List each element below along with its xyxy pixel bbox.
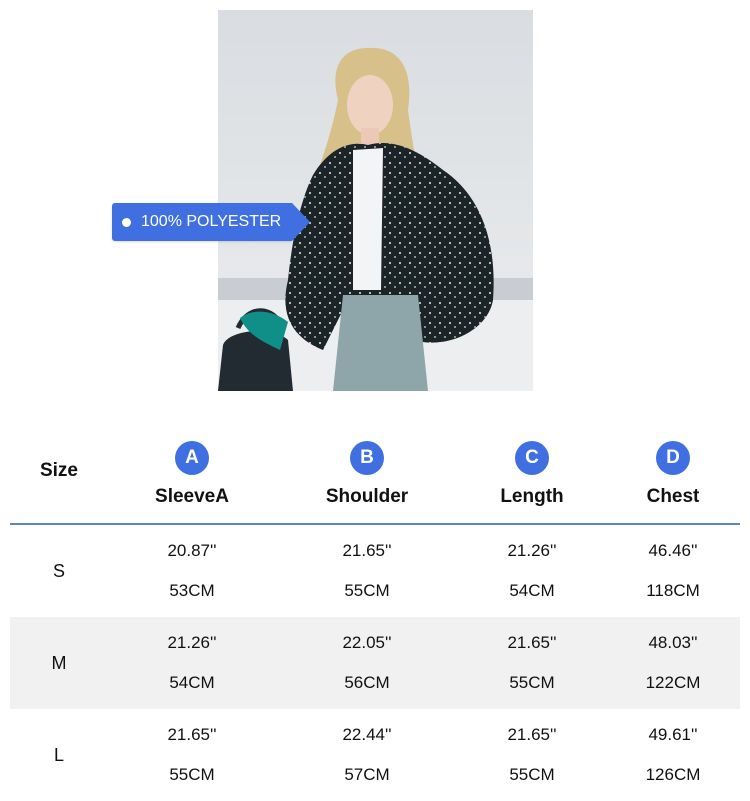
inch-value: 46.46'': [648, 541, 698, 560]
cm-value: 126CM: [645, 765, 701, 784]
cm-value: 122CM: [645, 673, 701, 692]
inch-value: 21.65'': [342, 541, 392, 560]
measure-cell: 21.65'' 55CM: [276, 524, 458, 617]
column-label: Shoulder: [325, 486, 409, 507]
badge-a: A: [175, 441, 209, 475]
table-row: M 21.26'' 54CM 22.05'' 56CM 21.65'' 55CM 48…: [10, 617, 740, 709]
measure-cell: 49.61'' 126CM: [606, 709, 740, 801]
size-cell: L: [53, 744, 64, 765]
measure-cell: 21.65'' 55CM: [458, 617, 606, 709]
column-label: SleeveA: [155, 486, 229, 507]
product-photo: [218, 10, 533, 391]
inch-value: 21.65'': [507, 633, 557, 652]
badge-b: B: [350, 441, 384, 475]
material-tag: 100% POLYESTER: [112, 203, 310, 241]
measure-cell: 21.26'' 54CM: [108, 617, 276, 709]
cm-value: 57CM: [344, 765, 390, 784]
cm-value: 55CM: [509, 765, 555, 784]
measure-cell: 46.46'' 118CM: [606, 524, 740, 617]
column-header-chest: D Chest: [606, 418, 740, 525]
cm-value: 55CM: [169, 765, 215, 784]
inch-value: 22.44'': [342, 725, 392, 744]
measure-cell: 48.03'' 122CM: [606, 617, 740, 709]
inch-value: 22.05'': [342, 633, 392, 652]
measure-cell: 21.26'' 54CM: [458, 524, 606, 617]
size-cell: M: [10, 617, 108, 709]
cm-value: 54CM: [509, 581, 555, 600]
badge-c: C: [515, 441, 549, 475]
inch-value: 21.26'': [507, 541, 557, 560]
cm-value: 53CM: [169, 581, 215, 600]
measure-cell: 21.65'' 55CM: [458, 709, 606, 801]
size-column-header: Size: [10, 418, 108, 525]
size-chart-header: Size A SleeveA B Shoulder C Length D Che…: [10, 418, 740, 525]
badge-d: D: [656, 441, 690, 475]
inch-value: 48.03'': [648, 633, 698, 652]
inch-value: 20.87'': [167, 541, 217, 560]
cm-value: 56CM: [344, 673, 390, 692]
inch-value: 21.65'': [507, 725, 557, 744]
size-cell: S: [52, 560, 65, 581]
table-row: L 21.65'' 55CM 22.44'' 57CM 21.65'' 55CM 49…: [10, 709, 740, 801]
material-tag-label: 100% POLYESTER: [141, 213, 282, 230]
column-label: Chest: [646, 486, 700, 507]
size-chart: Size A SleeveA B Shoulder C Length D Che…: [10, 418, 740, 801]
inch-value: 21.26'': [167, 633, 217, 652]
measure-cell: 22.44'' 57CM: [276, 709, 458, 801]
bullet-dot-icon: [122, 217, 131, 227]
inch-value: 21.65'': [167, 725, 217, 744]
measure-cell: 20.87'' 53CM: [108, 524, 276, 617]
measure-cell: 21.65'' 55CM: [108, 709, 276, 801]
column-label: Length: [500, 486, 564, 507]
column-header-sleeve: A SleeveA: [108, 418, 276, 525]
column-header-shoulder: B Shoulder: [276, 418, 458, 525]
table-row: S 20.87'' 53CM 21.65'' 55CM 21.26'' 54CM 46…: [10, 524, 740, 617]
measure-cell: 22.05'' 56CM: [276, 617, 458, 709]
cm-value: 55CM: [509, 673, 555, 692]
cm-value: 55CM: [344, 581, 390, 600]
column-header-length: C Length: [458, 418, 606, 525]
inch-value: 49.61'': [648, 725, 698, 744]
cm-value: 54CM: [169, 673, 215, 692]
cm-value: 118CM: [646, 581, 700, 600]
